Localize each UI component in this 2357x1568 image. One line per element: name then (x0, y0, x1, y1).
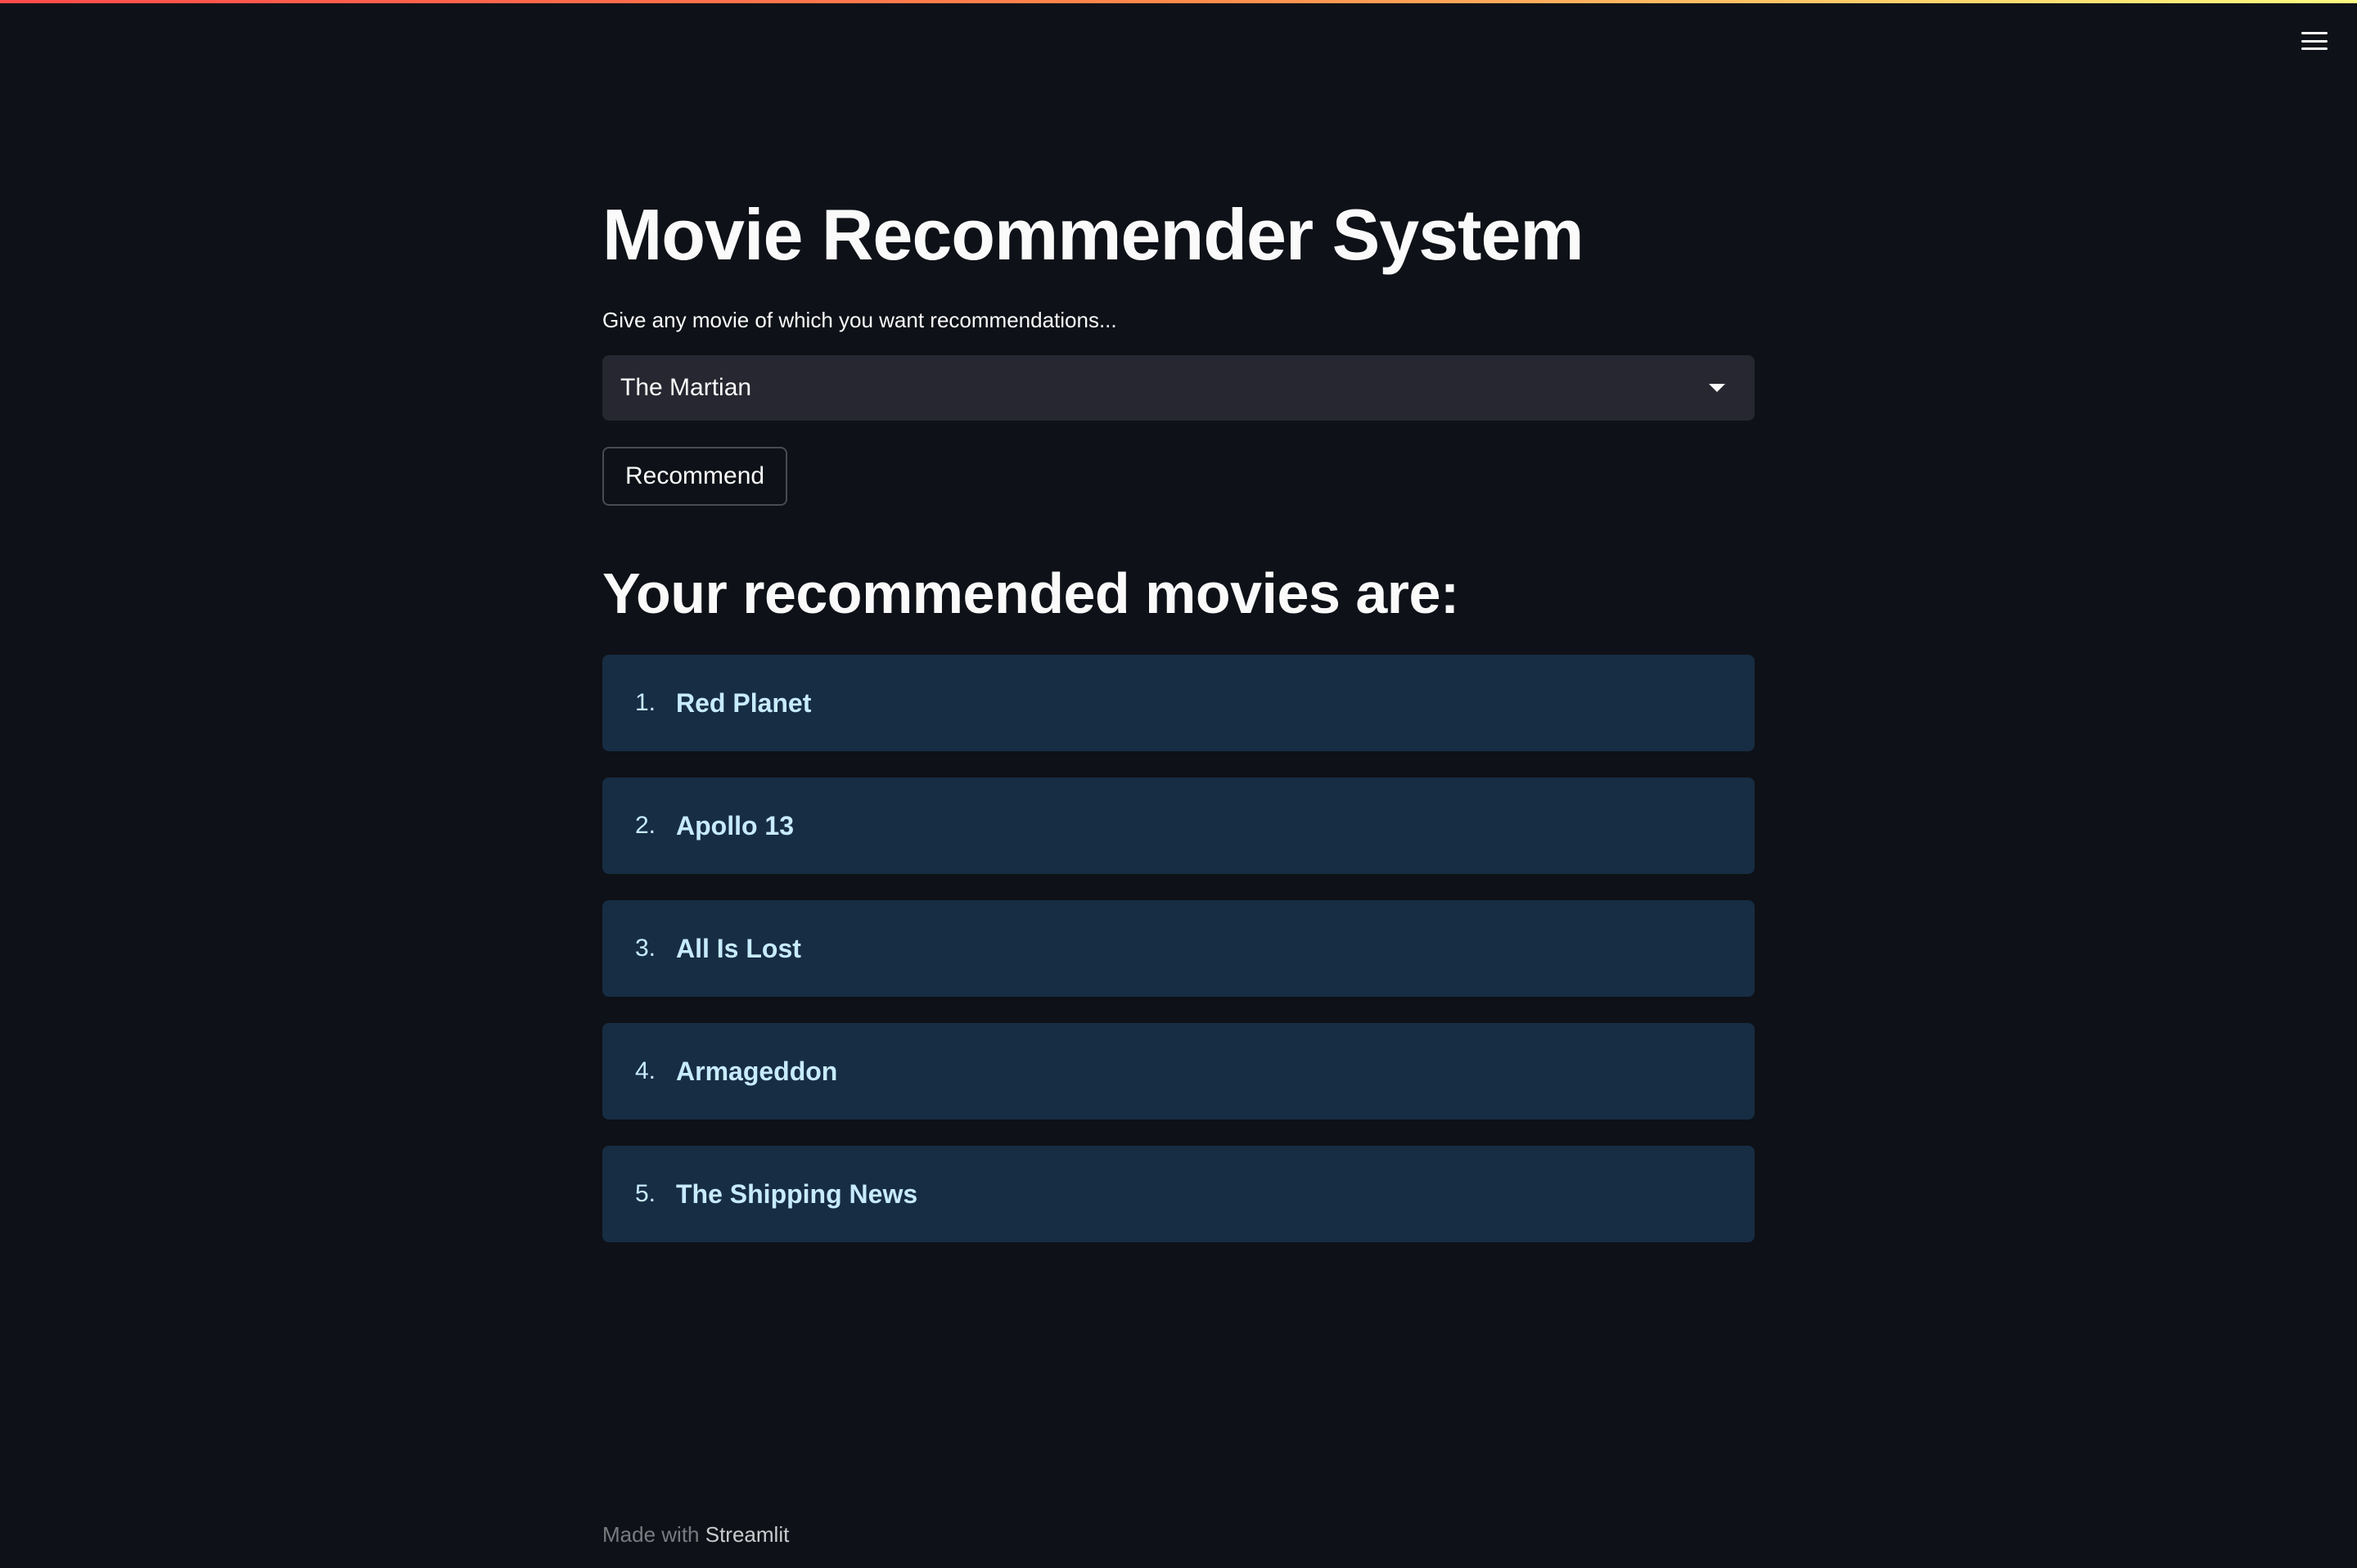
main-menu-button[interactable] (2288, 25, 2341, 57)
recommendation-item: 3. All Is Lost (602, 900, 1755, 997)
recommendation-title: All Is Lost (676, 933, 801, 963)
recommendation-title: Apollo 13 (676, 810, 795, 840)
app-root: Movie Recommender System Give any movie … (0, 0, 2357, 1568)
recommendation-item: 1. Red Planet (602, 655, 1755, 751)
page-title: Movie Recommender System (602, 194, 1584, 275)
footer-made-with: Made with (602, 1522, 700, 1547)
recommendation-number: 5. (635, 1180, 656, 1207)
top-decoration-bar (0, 0, 2357, 3)
movie-select[interactable]: The Martian (602, 355, 1755, 421)
footer: Made with Streamlit (602, 1522, 789, 1548)
recommendation-item: 4. Armageddon (602, 1023, 1755, 1120)
recommendation-number: 4. (635, 1057, 656, 1084)
recommendation-item: 5. The Shipping News (602, 1146, 1755, 1242)
hamburger-menu-icon (2301, 32, 2328, 50)
results-heading: Your recommended movies are: (602, 561, 1459, 625)
recommendation-list: 1. Red Planet 2. Apollo 13 3. All Is Los… (602, 655, 1755, 1268)
movie-select-label: Give any movie of which you want recomme… (602, 308, 1117, 332)
recommendation-item: 2. Apollo 13 (602, 777, 1755, 874)
recommendation-number: 3. (635, 935, 656, 962)
footer-streamlit-link[interactable]: Streamlit (705, 1522, 790, 1547)
recommendation-title: Armageddon (676, 1056, 838, 1086)
recommendation-title: Red Planet (676, 687, 812, 718)
recommend-button[interactable]: Recommend (602, 447, 788, 506)
recommendation-number: 2. (635, 812, 656, 839)
recommendation-title: The Shipping News (676, 1178, 918, 1209)
caret-down-icon[interactable] (1709, 384, 1725, 392)
recommendation-number: 1. (635, 689, 656, 716)
movie-select-value: The Martian (620, 374, 752, 401)
